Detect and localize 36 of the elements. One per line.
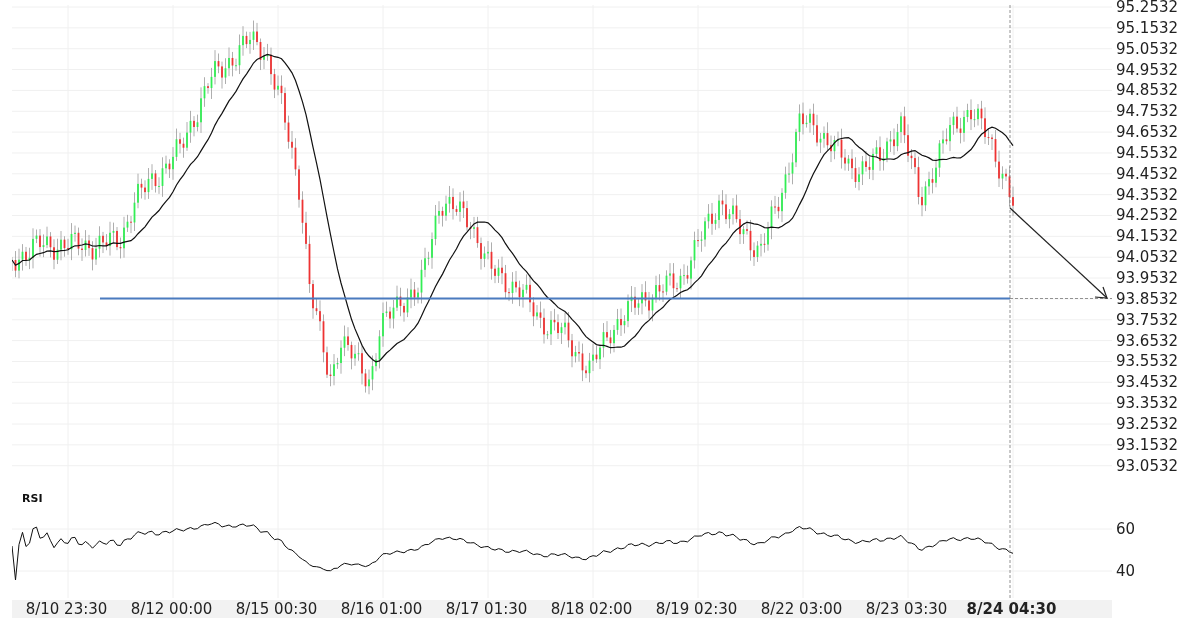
time-axis-label: 8/12 00:00 — [129, 600, 214, 618]
price-axis-label: 94.1532 — [1116, 226, 1180, 248]
price-axis-label: 93.3532 — [1116, 393, 1180, 414]
time-axis-label: 8/24 04:30 — [965, 600, 1058, 618]
indicator-title: RSI — [22, 492, 43, 505]
price-axis-label: 94.7532 — [1116, 101, 1180, 123]
rsi-axis-label: 40 — [1116, 562, 1136, 580]
price-axis-label: 93.9532 — [1116, 267, 1180, 289]
price-axis-label: 95.2532 — [1116, 0, 1180, 18]
time-axis-label: 8/10 23:30 — [24, 600, 109, 618]
price-axis-label: 94.5532 — [1116, 142, 1180, 164]
price-axis-label: 94.4532 — [1116, 163, 1180, 185]
time-axis-label: 8/15 00:30 — [234, 600, 319, 618]
price-axis-label: 93.6532 — [1116, 330, 1180, 352]
price-axis-label: 94.9532 — [1116, 59, 1180, 81]
time-axis-label: 8/23 03:30 — [864, 600, 949, 618]
price-axis-label: 94.2532 — [1116, 205, 1180, 227]
price-axis-label: 94.6532 — [1116, 122, 1180, 143]
time-axis-label: 8/19 02:30 — [654, 600, 739, 618]
time-axis-label: 8/22 03:00 — [759, 600, 844, 618]
price-axis-label: 93.4532 — [1116, 372, 1180, 394]
price-axis-label: 93.5532 — [1116, 351, 1180, 373]
rsi-axis-label: 60 — [1116, 520, 1136, 538]
price-axis-label: 93.7532 — [1116, 309, 1180, 331]
price-axis-label: 94.3532 — [1116, 184, 1180, 206]
time-axis-label: 8/17 01:30 — [444, 600, 529, 618]
price-axis-label: 93.2532 — [1116, 413, 1180, 435]
price-axis-label: 94.8532 — [1116, 80, 1180, 102]
time-axis-label: 8/16 01:00 — [339, 600, 424, 618]
price-axis-label: 94.0532 — [1116, 247, 1180, 268]
time-axis-label: 8/18 02:00 — [549, 600, 634, 618]
price-axis-label: 93.1532 — [1116, 434, 1180, 456]
price-axis-label: 93.8532 — [1116, 288, 1180, 310]
price-axis-label: 95.1532 — [1116, 17, 1180, 39]
price-axis-label: 95.0532 — [1116, 38, 1180, 60]
price-axis-label: 93.0532 — [1116, 455, 1180, 477]
